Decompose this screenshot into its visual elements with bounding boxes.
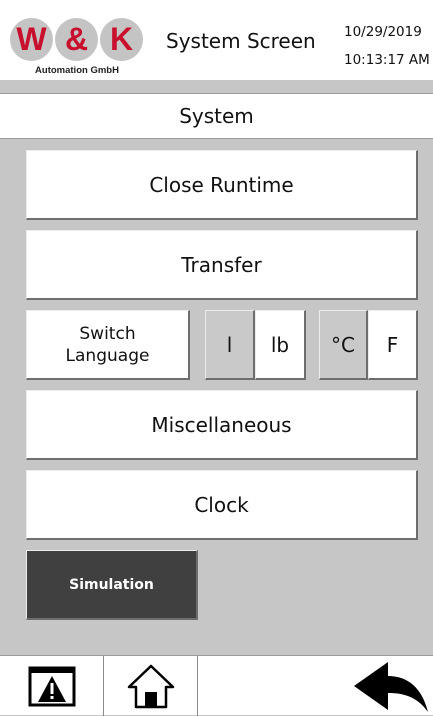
simulation-label: Simulation <box>69 576 154 593</box>
unit-fahrenheit-label: F <box>386 332 399 357</box>
transfer-button[interactable]: Transfer <box>26 230 418 300</box>
home-icon <box>127 664 174 709</box>
unit-liter-button[interactable]: l <box>205 310 255 380</box>
alarm-warning-icon <box>28 666 75 707</box>
close-runtime-button[interactable]: Close Runtime <box>26 150 418 220</box>
alarm-button[interactable] <box>0 656 104 716</box>
clock-button[interactable]: Clock <box>26 470 418 540</box>
date-display: 10/29/2019 <box>344 24 422 40</box>
clock-label: Clock <box>194 492 249 517</box>
screen-title: System Screen <box>166 29 316 53</box>
time-display: 10:13:17 AM <box>344 52 430 68</box>
logo-letter-ampersand: & <box>55 18 98 61</box>
header-bar: W & K Automation GmbH System Screen 10/2… <box>0 0 433 80</box>
miscellaneous-label: Miscellaneous <box>151 412 292 437</box>
switch-language-label-line2: Language <box>65 345 150 366</box>
switch-language-button[interactable]: Switch Language <box>26 310 190 380</box>
section-title-bar: System <box>0 93 433 139</box>
logo-company-name: Automation GmbH <box>35 65 119 76</box>
close-runtime-label: Close Runtime <box>149 172 294 197</box>
transfer-label: Transfer <box>181 252 262 277</box>
logo-letter-k: K <box>100 18 143 61</box>
unit-celsius-button[interactable]: °C <box>319 310 368 380</box>
miscellaneous-button[interactable]: Miscellaneous <box>26 390 418 460</box>
switch-language-label-line1: Switch <box>79 323 136 344</box>
bottom-navigation-bar <box>0 655 433 716</box>
unit-pound-button[interactable]: lb <box>255 310 306 380</box>
back-arrow-icon <box>354 662 428 712</box>
unit-fahrenheit-button[interactable]: F <box>368 310 418 380</box>
home-button[interactable] <box>104 656 198 716</box>
section-title: System <box>179 104 254 128</box>
company-logo: W & K Automation GmbH <box>10 18 145 78</box>
unit-celsius-label: °C <box>331 332 355 357</box>
unit-pound-label: lb <box>270 332 290 357</box>
back-button[interactable] <box>347 656 433 716</box>
unit-liter-label: l <box>226 332 233 357</box>
simulation-button[interactable]: Simulation <box>26 550 198 620</box>
logo-letter-w: W <box>10 18 53 61</box>
